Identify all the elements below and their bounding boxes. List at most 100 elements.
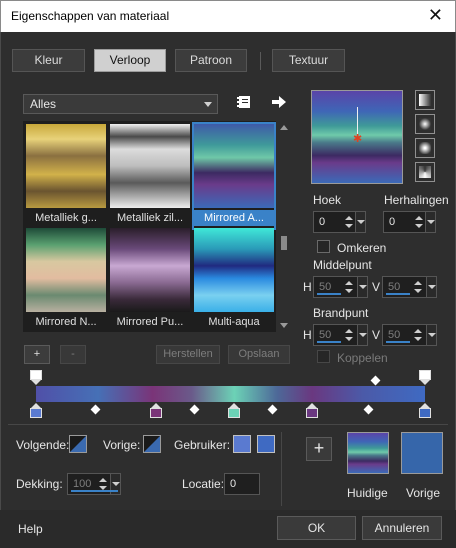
focal-h-spinner[interactable]: 50 [313, 324, 368, 346]
add-gradient-button[interactable]: + [24, 345, 50, 364]
dropdown-icon[interactable] [357, 325, 367, 345]
gradient-swatch [26, 228, 106, 312]
center-h-label: H [303, 280, 312, 294]
center-v-spinner[interactable]: 50 [382, 276, 437, 298]
gallery-item[interactable]: Mirrored N... [26, 228, 106, 332]
color-stop[interactable] [150, 403, 162, 418]
close-icon[interactable]: ✕ [428, 5, 443, 26]
gallery-item-selected[interactable]: Mirrored A... [192, 122, 276, 230]
color-stop[interactable] [30, 403, 42, 418]
gradient-swatch [26, 124, 106, 208]
tab-verloop[interactable]: Verloop [94, 49, 166, 72]
spin-arrows-icon[interactable] [414, 215, 424, 229]
gallery-item[interactable]: Multi-aqua [194, 228, 274, 332]
location-label: Locatie: [182, 477, 225, 491]
user-color-label: Gebruiker: [174, 438, 231, 452]
tab-separator [260, 52, 261, 70]
center-v-value: 50 [388, 281, 401, 293]
previous-triangle-icon [144, 436, 160, 452]
invert-checkbox[interactable] [317, 240, 330, 253]
center-h-spinner[interactable]: 50 [313, 276, 368, 298]
gradient-swatch [110, 228, 190, 312]
spin-arrows-icon[interactable] [413, 280, 423, 294]
scrollbar-thumb[interactable] [281, 236, 287, 250]
help-link[interactable]: Help [18, 522, 43, 536]
tab-textuur[interactable]: Textuur [272, 49, 345, 72]
cancel-button[interactable]: Annuleren [362, 516, 442, 540]
angle-handle[interactable] [357, 107, 358, 135]
ok-button[interactable]: OK [277, 516, 356, 540]
arrow-right-icon[interactable] [271, 95, 287, 109]
remove-gradient-button[interactable]: - [60, 345, 86, 364]
restore-button[interactable]: Herstellen [156, 345, 220, 364]
spin-arrows-icon[interactable] [344, 215, 354, 229]
invert-label: Omkeren [337, 241, 387, 255]
sunburst-style-button[interactable] [415, 162, 435, 182]
dropdown-icon[interactable] [426, 325, 436, 345]
gallery-scrollbar[interactable] [279, 121, 289, 332]
dropdown-icon[interactable] [357, 277, 367, 297]
gallery-item[interactable]: Metalliek zil... [110, 124, 190, 228]
scroll-up-icon[interactable] [280, 125, 288, 130]
focal-v-spinner[interactable]: 50 [382, 324, 437, 346]
rectangular-gradient-icon [419, 118, 431, 130]
gradient-bar[interactable] [36, 386, 425, 402]
rectangular-style-button[interactable] [415, 114, 435, 134]
dropdown-icon[interactable] [355, 212, 365, 232]
spin-arrows-icon[interactable] [413, 328, 423, 342]
next-color-label: Volgende: [16, 438, 70, 452]
center-point-label: Middelpunt [313, 258, 372, 272]
next-color-swatch[interactable] [69, 435, 87, 453]
dropdown-icon[interactable] [425, 212, 435, 232]
scroll-down-icon[interactable] [280, 323, 288, 328]
divider [281, 432, 282, 506]
user-color-swatch-1[interactable] [233, 435, 251, 453]
value-bar [386, 341, 410, 343]
gallery-item-label: Metalliek zil... [116, 212, 184, 224]
gallery-item[interactable]: Mirrored Pu... [110, 228, 190, 332]
linear-gradient-icon [419, 94, 431, 106]
focal-v-value: 50 [388, 329, 401, 341]
spin-arrows-icon[interactable] [344, 328, 354, 342]
tab-patroon[interactable]: Patroon [175, 49, 247, 72]
repeats-spinner[interactable]: 0 [383, 211, 436, 233]
category-select[interactable]: Alles [23, 94, 218, 114]
focal-point-label: Brandpunt [313, 306, 369, 320]
spin-arrows-icon[interactable] [98, 477, 108, 491]
color-stop[interactable] [419, 403, 431, 418]
previous-color-swatch[interactable] [143, 435, 161, 453]
linear-style-button[interactable] [415, 90, 435, 110]
gallery-item-label: Multi-aqua [208, 316, 260, 328]
sunburst-gradient-icon [419, 166, 431, 178]
center-point-icon[interactable]: ✱ [353, 134, 362, 145]
category-select-value: Alles [30, 97, 57, 111]
angle-spinner[interactable]: 0 [313, 211, 366, 233]
current-material-swatch[interactable] [347, 432, 389, 474]
dropdown-icon[interactable] [426, 277, 436, 297]
current-label: Huidige [347, 486, 388, 500]
save-button[interactable]: Opslaan [228, 345, 290, 364]
color-stop[interactable] [306, 403, 318, 418]
focal-v-label: V [372, 328, 381, 342]
value-bar [317, 341, 341, 343]
opacity-label: Dekking: [16, 477, 63, 491]
chevron-down-icon [204, 102, 212, 107]
tab-kleur[interactable]: Kleur [12, 49, 85, 72]
library-icon[interactable] [236, 94, 252, 110]
radial-style-button[interactable] [415, 138, 435, 158]
add-swatch-button[interactable]: + [306, 437, 332, 461]
user-color-swatch-2[interactable] [257, 435, 275, 453]
opacity-spinner[interactable]: 100 [67, 473, 121, 495]
gradient-preview[interactable]: ✱ [311, 90, 403, 184]
color-stop[interactable] [228, 403, 240, 418]
opacity-stop-start[interactable] [30, 370, 42, 385]
location-field[interactable]: 0 [224, 473, 260, 495]
repeats-value: 0 [389, 216, 396, 228]
gallery-item[interactable]: Metalliek g... [26, 124, 106, 228]
opacity-stop-end[interactable] [419, 370, 431, 385]
spin-arrows-icon[interactable] [344, 280, 354, 294]
previous-material-swatch[interactable] [401, 432, 443, 474]
link-checkbox[interactable] [317, 350, 330, 363]
gradient-swatch [194, 124, 274, 208]
link-label: Koppelen [337, 351, 388, 365]
